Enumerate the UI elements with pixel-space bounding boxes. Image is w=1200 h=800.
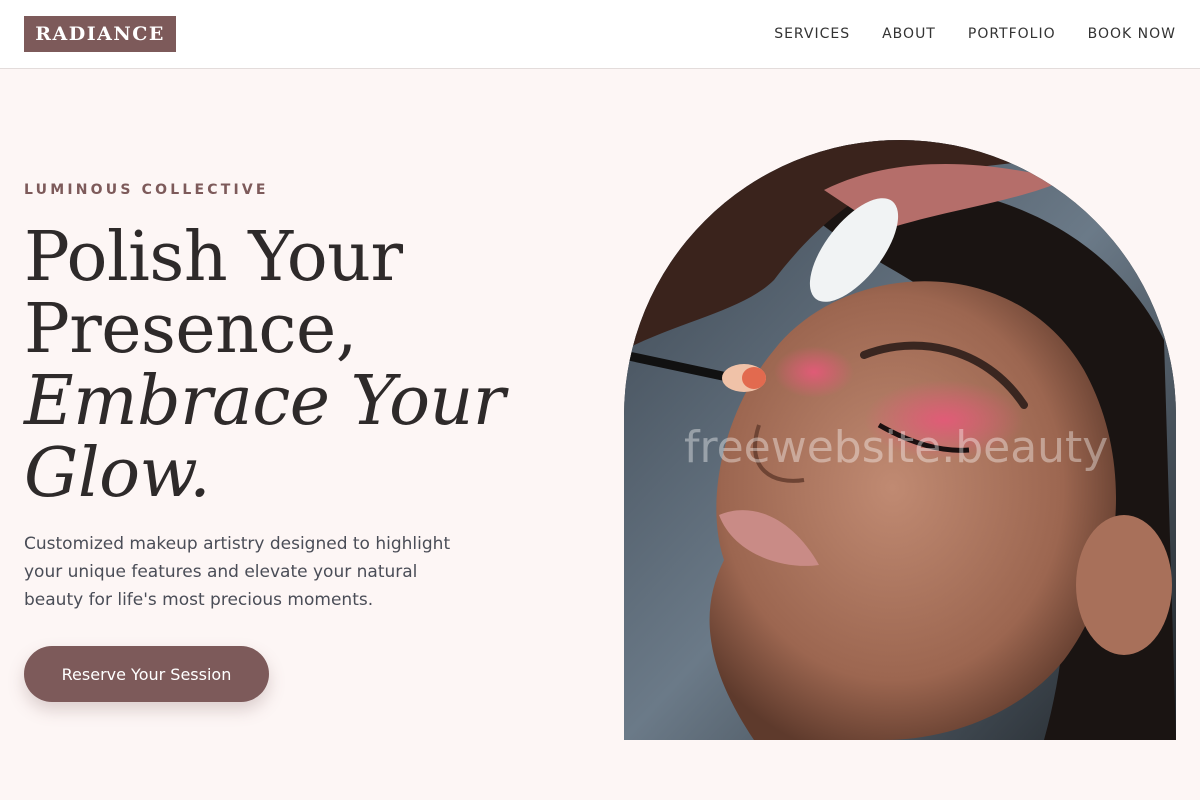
headline-line-3: Embrace Your xyxy=(24,362,505,441)
logo[interactable]: RADIANCE xyxy=(24,16,176,52)
headline-line-1: Polish Your xyxy=(24,218,403,297)
hero-headline: Polish Your Presence, Embrace Your Glow. xyxy=(24,222,584,510)
headline-line-2: Presence, xyxy=(24,290,357,369)
nav-link-portfolio[interactable]: PORTFOLIO xyxy=(968,26,1056,42)
headline-line-4: Glow. xyxy=(24,434,211,513)
nav-link-book-now[interactable]: BOOK NOW xyxy=(1088,26,1176,42)
nav-link-services[interactable]: SERVICES xyxy=(774,26,850,42)
reserve-session-button[interactable]: Reserve Your Session xyxy=(24,646,269,702)
watermark-text: freewebsite.beauty xyxy=(684,422,1109,473)
hero-description: Customized makeup artistry designed to h… xyxy=(24,534,451,610)
nav-link-about[interactable]: ABOUT xyxy=(882,26,936,42)
site-header: RADIANCE SERVICES ABOUT PORTFOLIO BOOK N… xyxy=(0,0,1200,69)
hero-eyebrow: LUMINOUS COLLECTIVE xyxy=(24,182,269,198)
main-nav: SERVICES ABOUT PORTFOLIO BOOK NOW xyxy=(774,0,1176,68)
